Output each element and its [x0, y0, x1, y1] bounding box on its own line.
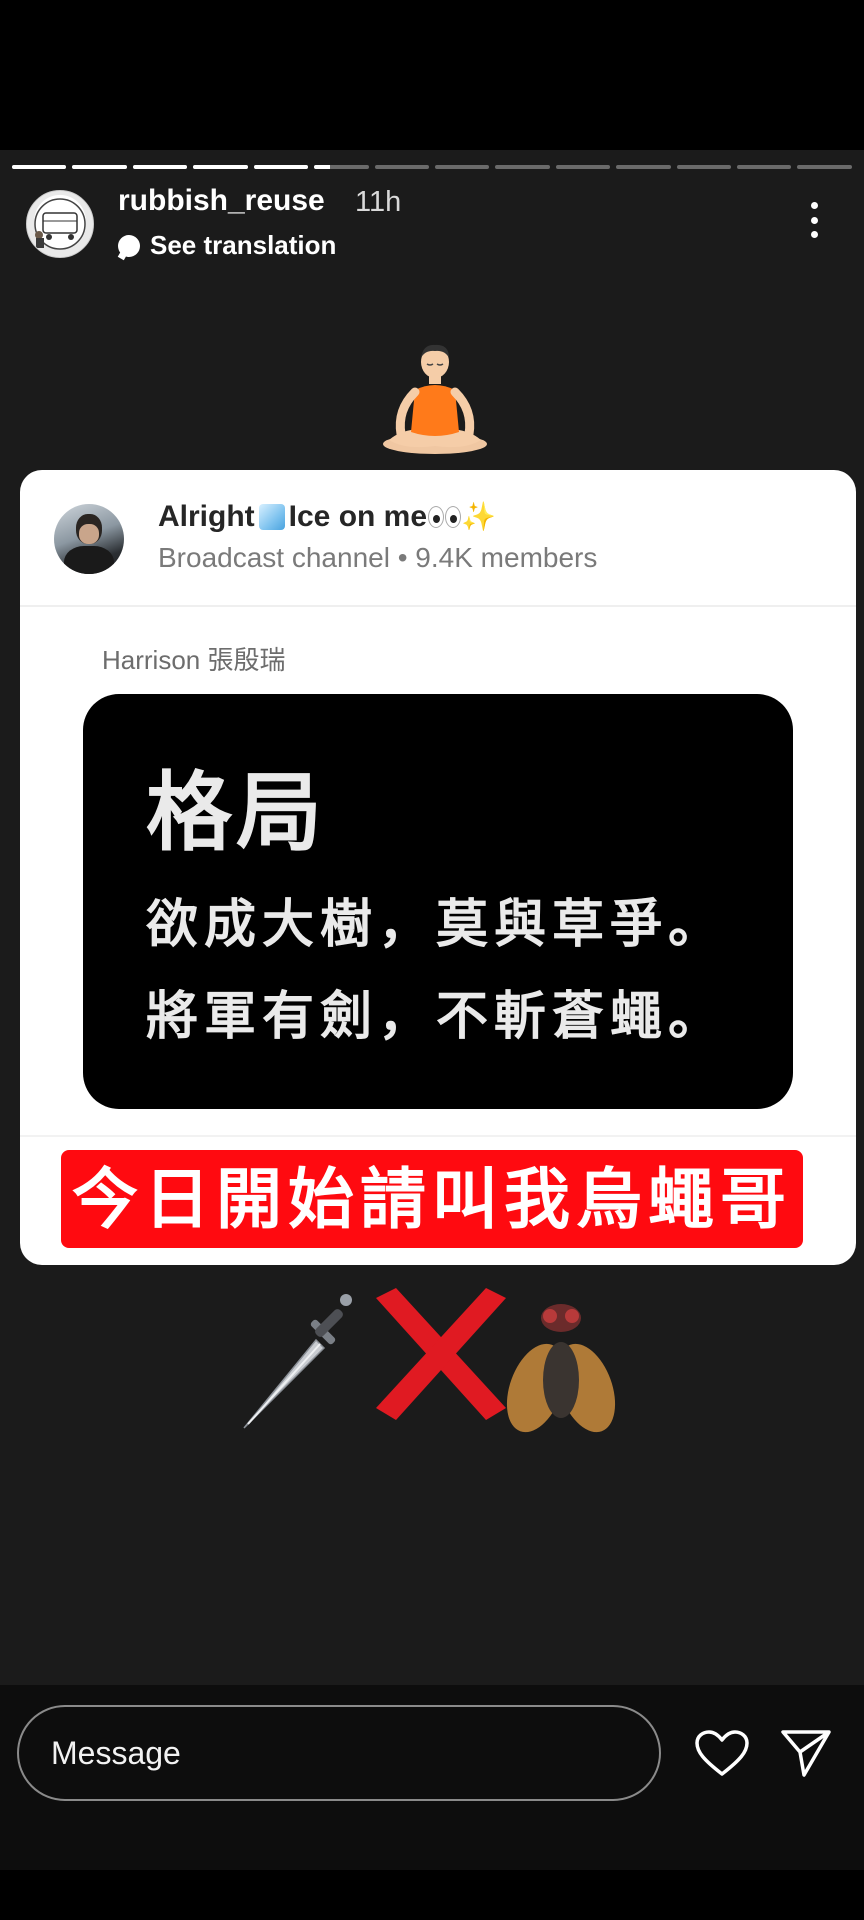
quote-image: 格局 欲成大樹，莫與草爭。 將軍有劍，不斬蒼蠅。: [83, 694, 793, 1109]
see-translation-label: See translation: [150, 230, 337, 260]
message-input[interactable]: [17, 1705, 661, 1801]
story-timestamp: 11h: [355, 186, 402, 218]
story-progress-segment: [495, 165, 550, 169]
story-progress-segment: [374, 165, 429, 169]
divider: [20, 605, 856, 607]
profile-avatar[interactable]: [26, 190, 94, 258]
emoji-sticker-row: [243, 1288, 616, 1433]
ice-cube-icon: [258, 504, 285, 530]
story-progress-segment: [72, 165, 127, 169]
quote-title: 格局: [146, 765, 326, 861]
dagger-emoji: [243, 1294, 352, 1429]
story-progress-segment: [253, 165, 309, 169]
fly-emoji: [506, 1304, 616, 1433]
send-icon[interactable]: [780, 1728, 832, 1778]
story-progress-segment: [555, 165, 611, 169]
status-bar-area: [0, 0, 864, 150]
see-translation-link[interactable]: See translation: [118, 230, 336, 261]
quote-line: 欲成大樹，莫與草爭。: [146, 896, 727, 954]
shared-channel-post[interactable]: Alright Ice on me ✨ Broadcast channel • 9.…: [20, 470, 856, 1265]
story-progress-segment: [737, 165, 792, 169]
more-options-icon[interactable]: [806, 202, 822, 238]
channel-avatar: [54, 504, 124, 574]
story-progress-segment: [434, 165, 490, 169]
story-progress-bar: [12, 165, 852, 169]
quote-line: 將軍有劍，不斬蒼蠅。: [146, 988, 727, 1046]
story-progress-segment: [676, 165, 732, 169]
story-progress-segment: [797, 165, 852, 169]
sparkles-icon: ✨: [461, 501, 496, 532]
cross-mark-emoji: [376, 1288, 506, 1420]
meditating-person-emoji: [383, 344, 487, 454]
story-progress-segment: [314, 165, 369, 169]
story-progress-segment: [193, 165, 248, 169]
story-progress-segment: [132, 165, 188, 169]
story-progress-segment: [616, 165, 671, 169]
eyes-icon: [427, 502, 462, 536]
message-sender: Harrison 張殷瑞: [102, 645, 286, 675]
avatar-illustration-icon: [34, 198, 86, 250]
channel-subtitle: Broadcast channel • 9.4K members: [158, 542, 598, 573]
translate-bubble-icon: [118, 234, 140, 257]
divider: [20, 1135, 856, 1137]
story-progress-segment: [12, 165, 67, 169]
heart-icon[interactable]: [694, 1730, 750, 1778]
system-navigation-bar: [0, 1870, 864, 1920]
channel-title: Alright Ice on me ✨: [158, 500, 496, 536]
red-caption-banner: 今日開始請叫我烏蠅哥: [61, 1150, 803, 1248]
story-username[interactable]: rubbish_reuse: [118, 184, 325, 218]
